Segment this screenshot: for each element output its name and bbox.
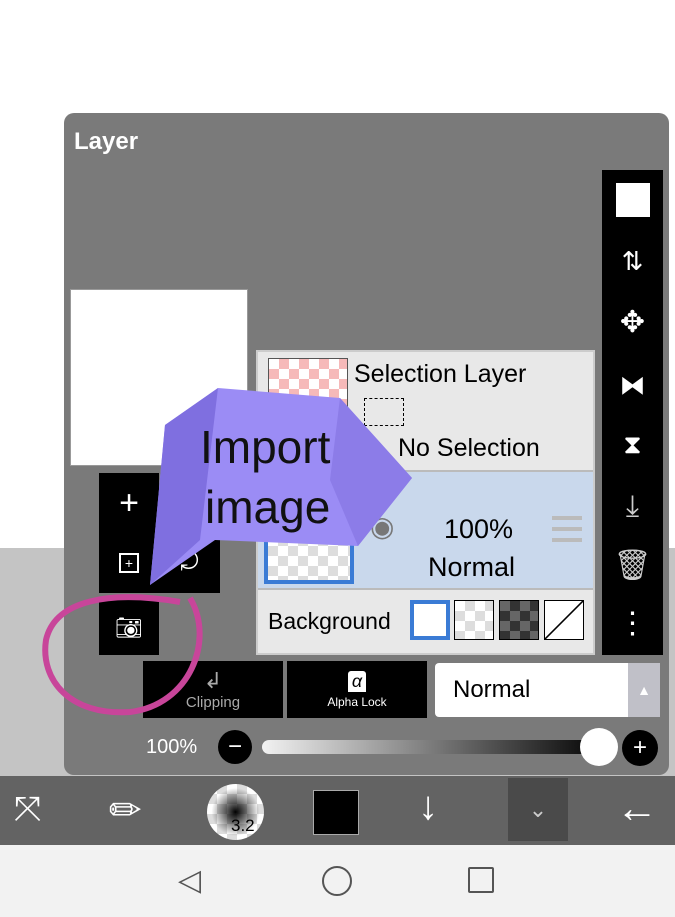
callout-line-1: Import <box>200 421 331 473</box>
callout-line-2: image <box>205 481 331 533</box>
highlight-circle <box>42 594 203 716</box>
annotation-overlay <box>42 388 412 716</box>
